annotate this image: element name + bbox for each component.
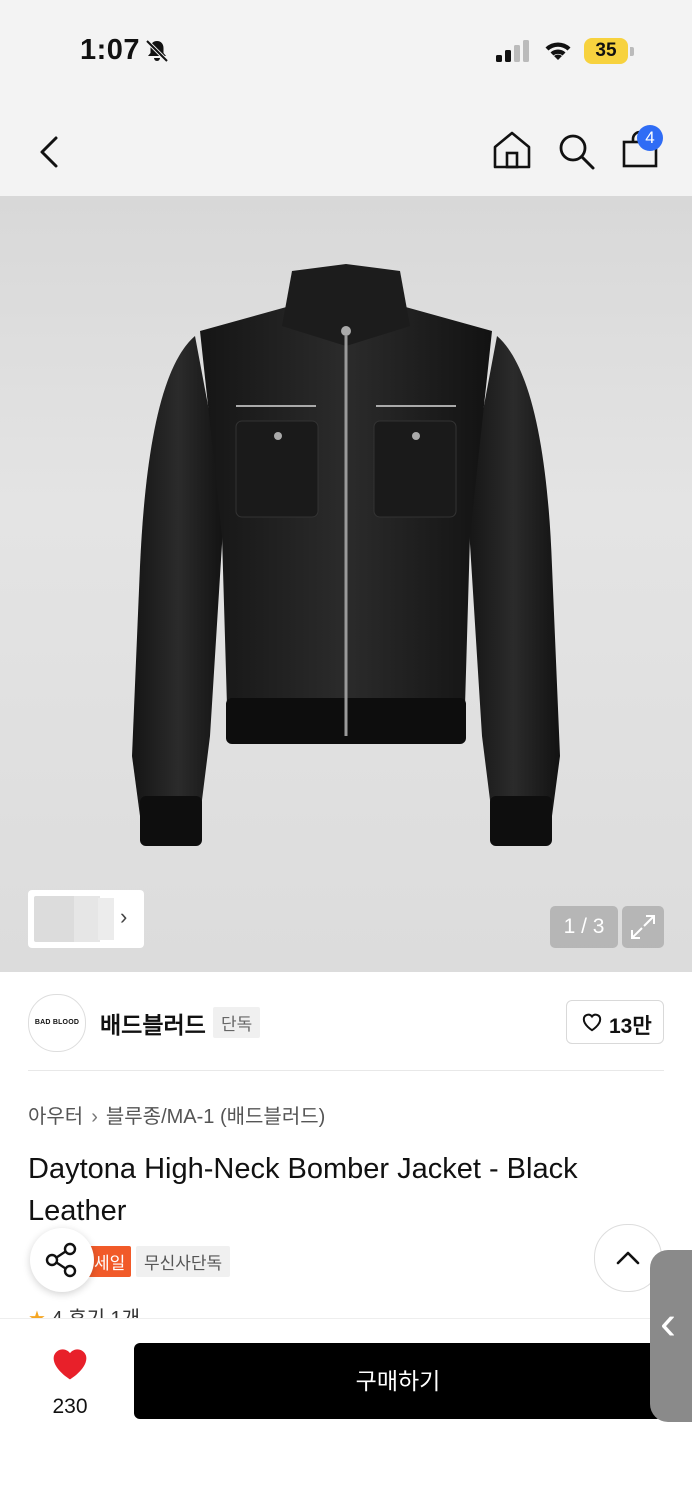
bell-off-icon	[145, 39, 169, 63]
home-icon[interactable]	[490, 128, 534, 172]
battery-level: 35	[584, 38, 628, 64]
divider	[28, 1070, 664, 1071]
search-icon[interactable]	[555, 130, 597, 172]
bottom-purchase-bar: 230 구매하기	[0, 1318, 692, 1501]
expand-image-button[interactable]	[622, 906, 664, 948]
sale-tag: 세일	[88, 1246, 132, 1277]
exclusive-tag: 무신사단독	[136, 1246, 231, 1277]
signal-icon	[496, 40, 529, 62]
side-panel-handle[interactable]: ‹	[650, 1250, 692, 1422]
expand-icon	[631, 915, 655, 939]
heart-outline-icon	[582, 1013, 602, 1032]
breadcrumb-category[interactable]: 아우터	[28, 1106, 83, 1128]
wishlist-count: 230	[52, 1395, 88, 1418]
brand-name[interactable]: 배드블러드	[100, 1006, 206, 1040]
thumbnail-2[interactable]	[74, 896, 100, 942]
image-page-indicator: 1 / 3	[550, 906, 618, 948]
brand-like-count: 13만	[609, 1015, 652, 1038]
breadcrumb: 아우터 › 블루종/MA-1 (배드블러드)	[28, 1100, 325, 1129]
breadcrumb-separator: ›	[91, 1106, 98, 1128]
chevron-right-icon[interactable]: ›	[120, 904, 127, 930]
cart-count-badge: 4	[637, 125, 663, 151]
wifi-icon	[545, 42, 571, 60]
brand-logo[interactable]: BAD BLOOD	[28, 994, 86, 1052]
wishlist-button[interactable]: 230	[30, 1345, 110, 1425]
buy-button[interactable]: 구매하기	[134, 1343, 662, 1419]
breadcrumb-subcategory[interactable]: 블루종/MA-1 (배드블러드)	[106, 1106, 325, 1128]
brand-like-button[interactable]: 13만	[566, 1000, 664, 1044]
heart-filled-icon	[53, 1349, 87, 1380]
battery-tip	[630, 47, 634, 56]
brand-exclusive-tag: 단독	[213, 1007, 261, 1038]
chevron-left-icon: ‹	[660, 1297, 676, 1350]
thumbnail-3[interactable]	[98, 898, 114, 940]
status-time: 1:07	[80, 34, 141, 66]
jacket-image	[132, 264, 560, 846]
thumbnail-1[interactable]	[34, 896, 76, 942]
top-nav-bar	[0, 100, 692, 196]
back-icon[interactable]	[30, 132, 70, 172]
status-bar: 1:07 35	[0, 0, 692, 100]
share-button[interactable]	[30, 1228, 94, 1292]
product-title: Daytona High-Neck Bomber Jacket - Black …	[28, 1153, 578, 1227]
share-icon	[45, 1242, 77, 1278]
product-image-gallery[interactable]: › 1 / 3	[0, 196, 692, 972]
thumbnail-strip[interactable]: ›	[28, 890, 144, 948]
